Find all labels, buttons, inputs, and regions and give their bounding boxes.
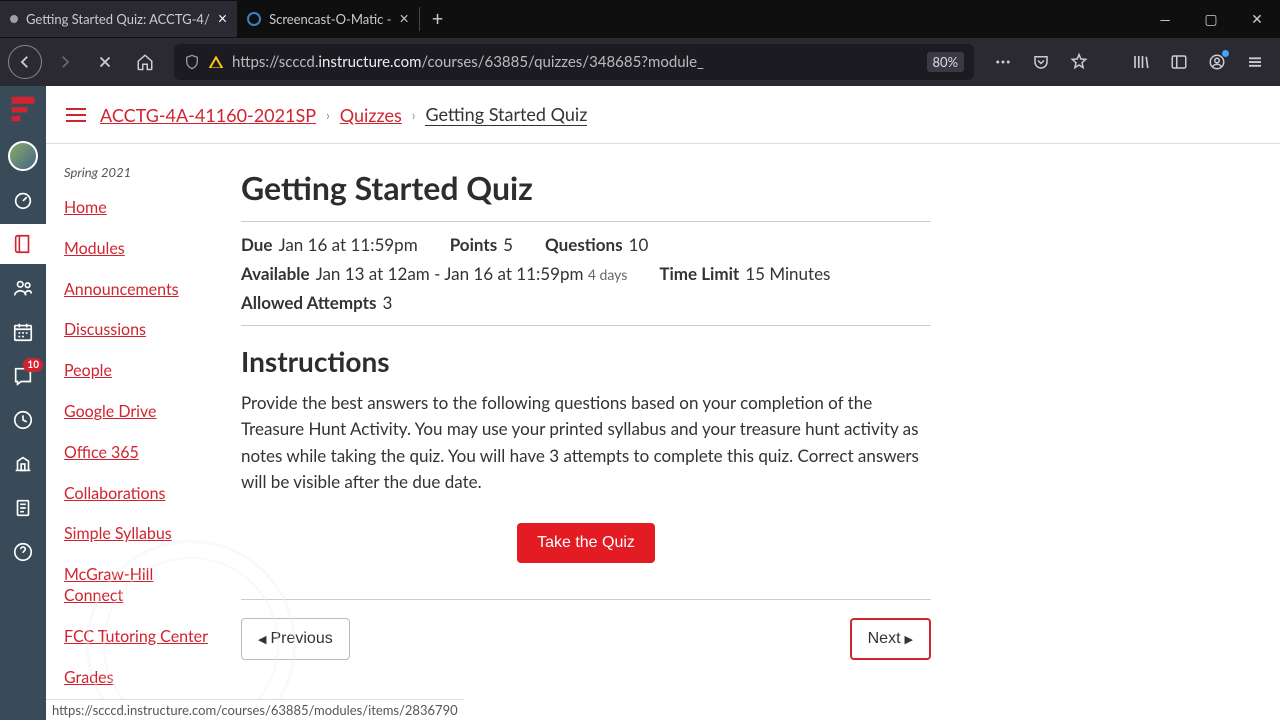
dashboard-nav[interactable] <box>0 180 46 220</box>
url-bar[interactable]: https://scccd.instructure.com/courses/63… <box>174 44 974 80</box>
term-label: Spring 2021 <box>64 164 213 180</box>
canvas-app: 10 ACCTG-4A-41160-2021SP › Quizzes › Get… <box>0 86 1280 720</box>
pocket-icon[interactable] <box>1024 45 1058 79</box>
browser-tab-active[interactable]: Getting Started Quiz: ACCTG-4/ × <box>0 1 237 37</box>
browser-tab[interactable]: Screencast-O-Matic - × <box>237 1 419 37</box>
browser-chrome: Getting Started Quiz: ACCTG-4/ × Screenc… <box>0 0 1280 86</box>
chevron-right-icon: › <box>412 107 416 123</box>
url-text: https://scccd.instructure.com/courses/63… <box>232 53 919 71</box>
top-bar: ACCTG-4A-41160-2021SP › Quizzes › Gettin… <box>46 86 1280 144</box>
tab-title: Getting Started Quiz: ACCTG-4/ <box>26 11 210 27</box>
sequence-nav: ◀Previous Next▶ <box>241 599 931 660</box>
course-nav: Spring 2021 Home Modules Announcements D… <box>46 144 231 720</box>
close-window-button[interactable]: ✕ <box>1234 0 1280 38</box>
breadcrumb-section[interactable]: Quizzes <box>340 104 402 126</box>
chevron-right-icon: › <box>326 107 330 123</box>
calendar-nav[interactable] <box>0 312 46 352</box>
window-controls: — ▢ ✕ <box>1142 0 1280 38</box>
nav-discussions[interactable]: Discussions <box>64 320 213 341</box>
breadcrumb-current: Getting Started Quiz <box>425 103 587 126</box>
favicon-icon <box>247 12 261 26</box>
content-wrap: ACCTG-4A-41160-2021SP › Quizzes › Gettin… <box>46 86 1280 720</box>
nav-people[interactable]: People <box>64 361 213 382</box>
main-content: Getting Started Quiz DueJan 16 at 11:59p… <box>231 144 971 720</box>
next-button[interactable]: Next▶ <box>850 618 931 660</box>
nav-modules[interactable]: Modules <box>64 239 213 260</box>
quiz-meta: DueJan 16 at 11:59pm Points5 Questions10… <box>241 221 931 326</box>
tab-bar: Getting Started Quiz: ACCTG-4/ × Screenc… <box>0 0 1280 38</box>
commons-nav[interactable] <box>0 488 46 528</box>
nav-announcements[interactable]: Announcements <box>64 280 213 301</box>
home-button[interactable] <box>128 45 162 79</box>
account-icon[interactable] <box>1200 45 1234 79</box>
close-icon[interactable]: × <box>399 11 408 27</box>
close-icon[interactable]: × <box>218 11 227 27</box>
account-nav[interactable] <box>0 136 46 176</box>
page-title: Getting Started Quiz <box>241 168 931 207</box>
instructions-heading: Instructions <box>241 344 931 378</box>
history-nav[interactable] <box>0 400 46 440</box>
global-nav: 10 <box>0 86 46 720</box>
inbox-badge: 10 <box>23 358 43 372</box>
institution-logo[interactable] <box>8 94 38 124</box>
tab-title: Screencast-O-Matic - <box>269 11 391 27</box>
forward-button[interactable] <box>48 45 82 79</box>
stop-button[interactable] <box>88 45 122 79</box>
zoom-badge[interactable]: 80% <box>927 52 965 72</box>
menu-icon[interactable] <box>1238 45 1272 79</box>
nav-google-drive[interactable]: Google Drive <box>64 402 213 423</box>
nav-collaborations[interactable]: Collaborations <box>64 484 213 505</box>
courses-nav[interactable] <box>0 224 46 264</box>
breadcrumb-course[interactable]: ACCTG-4A-41160-2021SP <box>100 104 316 126</box>
library-icon[interactable] <box>1124 45 1158 79</box>
help-nav[interactable] <box>0 532 46 572</box>
inbox-nav[interactable]: 10 <box>0 356 46 396</box>
new-tab-button[interactable]: + <box>420 7 456 31</box>
status-bar: https://scccd.instructure.com/courses/63… <box>46 699 464 720</box>
sidebar-icon[interactable] <box>1162 45 1196 79</box>
nav-home[interactable]: Home <box>64 198 213 219</box>
loading-icon <box>10 15 18 23</box>
shield-icon <box>184 54 200 70</box>
warning-icon <box>208 54 224 70</box>
back-button[interactable] <box>8 45 42 79</box>
avatar <box>8 141 38 171</box>
instructions-text: Provide the best answers to the followin… <box>241 390 931 495</box>
breadcrumb: ACCTG-4A-41160-2021SP › Quizzes › Gettin… <box>100 103 587 126</box>
bookmark-star-icon[interactable] <box>1062 45 1096 79</box>
take-quiz-button[interactable]: Take the Quiz <box>517 523 655 563</box>
hamburger-icon[interactable] <box>66 108 86 122</box>
triangle-right-icon: ▶ <box>905 633 913 646</box>
meatball-menu-icon[interactable] <box>986 45 1020 79</box>
studio-nav[interactable] <box>0 444 46 484</box>
groups-nav[interactable] <box>0 268 46 308</box>
nav-bar: https://scccd.instructure.com/courses/63… <box>0 38 1280 86</box>
maximize-button[interactable]: ▢ <box>1188 0 1234 38</box>
nav-office365[interactable]: Office 365 <box>64 443 213 464</box>
minimize-button[interactable]: — <box>1142 0 1188 38</box>
body-row: Spring 2021 Home Modules Announcements D… <box>46 144 1280 720</box>
